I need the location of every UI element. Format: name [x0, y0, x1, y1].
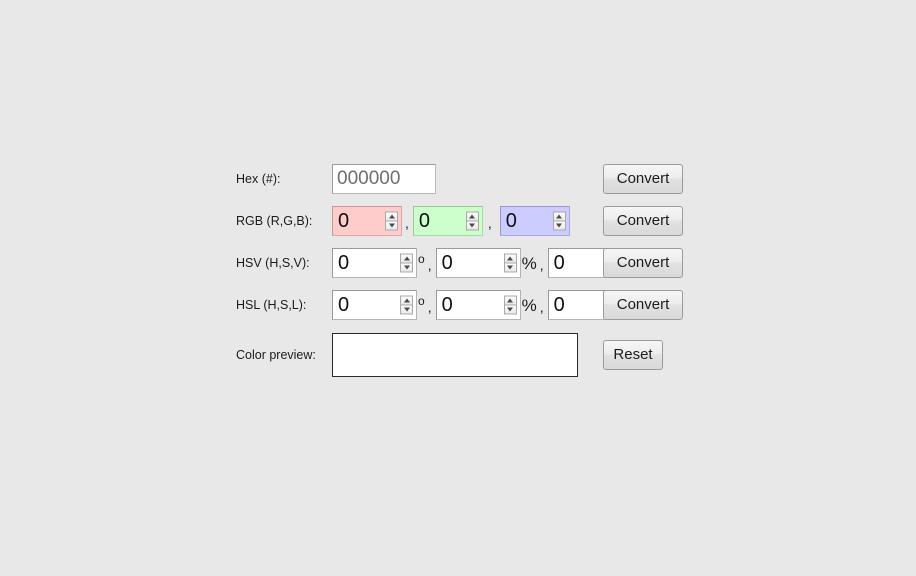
- hsv-separator-2: ,: [539, 257, 544, 273]
- hsl-row: HSL (H,S,L): 0 o , 0 % , 0: [236, 284, 649, 326]
- hsl-convert-slot: Convert: [603, 284, 683, 326]
- hsl-hue-spinner[interactable]: 0: [332, 290, 417, 320]
- rgb-green-stepper[interactable]: [465, 211, 479, 231]
- spinner-down-icon[interactable]: [386, 221, 397, 230]
- hsl-fields: 0 o , 0 % , 0: [332, 290, 649, 320]
- spinner-down-icon[interactable]: [504, 263, 516, 272]
- hsv-convert-button[interactable]: Convert: [603, 248, 683, 278]
- rgb-label: RGB (R,G,B):: [236, 213, 313, 228]
- spinner-up-icon[interactable]: [553, 212, 565, 222]
- hsl-separator-1: ,: [427, 299, 432, 315]
- reset-button[interactable]: Reset: [603, 340, 663, 370]
- rgb-blue-stepper[interactable]: [552, 211, 566, 231]
- hex-convert-button[interactable]: Convert: [603, 164, 683, 194]
- hsv-saturation-spinner[interactable]: 0: [435, 248, 521, 278]
- action-button-column: Convert Convert Convert Convert Reset: [603, 158, 683, 384]
- rgb-row: RGB (R,G,B): 0 , 0 , 0: [236, 200, 649, 242]
- color-preview-fields: [332, 333, 578, 377]
- hsl-hue-unit: o: [418, 294, 425, 308]
- hsv-separator-1: ,: [427, 257, 432, 273]
- hsv-saturation-stepper[interactable]: [503, 253, 517, 273]
- hsl-separator-2: ,: [539, 299, 544, 315]
- hsl-saturation-unit: %: [521, 296, 537, 315]
- hsl-hue-value: 0: [338, 294, 350, 316]
- hex-convert-slot: Convert: [603, 158, 683, 200]
- rgb-blue-spinner[interactable]: 0: [499, 206, 570, 236]
- hsv-fields: 0 o , 0 % , 0: [332, 248, 649, 278]
- spinner-down-icon[interactable]: [504, 305, 516, 314]
- hsv-label: HSV (H,S,V):: [236, 255, 310, 270]
- spinner-up-icon[interactable]: [386, 212, 397, 222]
- rgb-green-value: 0: [418, 210, 431, 232]
- hex-label: Hex (#):: [236, 171, 281, 186]
- rgb-blue-value: 0: [505, 210, 517, 232]
- hsv-hue-value: 0: [338, 252, 350, 274]
- hsl-saturation-stepper[interactable]: [503, 295, 517, 315]
- hsv-hue-unit: o: [418, 252, 425, 266]
- color-preview-label: Color preview:: [236, 347, 316, 362]
- spinner-down-icon[interactable]: [401, 305, 412, 314]
- color-preview-row: Color preview:: [236, 326, 649, 384]
- hsv-convert-slot: Convert: [603, 242, 683, 284]
- hsv-hue-spinner[interactable]: 0: [332, 248, 417, 278]
- spinner-up-icon[interactable]: [401, 254, 412, 264]
- rgb-convert-button[interactable]: Convert: [603, 206, 683, 236]
- rgb-convert-slot: Convert: [603, 200, 683, 242]
- hsl-lightness-value: 0: [553, 294, 565, 316]
- spinner-up-icon[interactable]: [504, 296, 516, 306]
- spinner-up-icon[interactable]: [401, 296, 412, 306]
- spinner-up-icon[interactable]: [504, 254, 516, 264]
- rgb-separator-2: ,: [487, 215, 492, 231]
- rgb-red-stepper[interactable]: [385, 211, 398, 231]
- hsv-value-value: 0: [553, 252, 565, 274]
- rgb-red-value: 0: [338, 210, 350, 232]
- hsl-saturation-value: 0: [441, 294, 453, 316]
- hex-input[interactable]: [332, 164, 436, 194]
- hsv-hue-stepper[interactable]: [400, 253, 413, 273]
- hex-fields: [332, 164, 436, 194]
- hsl-saturation-spinner[interactable]: 0: [435, 290, 521, 320]
- hsl-label: HSL (H,S,L):: [236, 297, 307, 312]
- spinner-down-icon[interactable]: [401, 263, 412, 272]
- hsv-row: HSV (H,S,V): 0 o , 0 % , 0: [236, 242, 649, 284]
- hsv-saturation-unit: %: [521, 254, 537, 273]
- rgb-red-spinner[interactable]: 0: [332, 206, 402, 236]
- spinner-down-icon[interactable]: [553, 221, 565, 230]
- color-preview-swatch: [332, 333, 578, 377]
- hex-row: Hex (#):: [236, 158, 649, 200]
- hsl-hue-stepper[interactable]: [400, 295, 413, 315]
- rgb-fields: 0 , 0 , 0: [332, 206, 570, 236]
- converter-form: Hex (#): RGB (R,G,B): 0 , 0: [236, 158, 649, 384]
- hsv-saturation-value: 0: [441, 252, 453, 274]
- rgb-separator-1: ,: [405, 215, 409, 231]
- reset-slot: Reset: [603, 326, 683, 384]
- rgb-green-spinner[interactable]: 0: [412, 206, 483, 236]
- spinner-down-icon[interactable]: [466, 221, 478, 230]
- hsl-convert-button[interactable]: Convert: [603, 290, 683, 320]
- spinner-up-icon[interactable]: [466, 212, 478, 222]
- color-converter-app: Hex (#): RGB (R,G,B): 0 , 0: [0, 0, 916, 576]
